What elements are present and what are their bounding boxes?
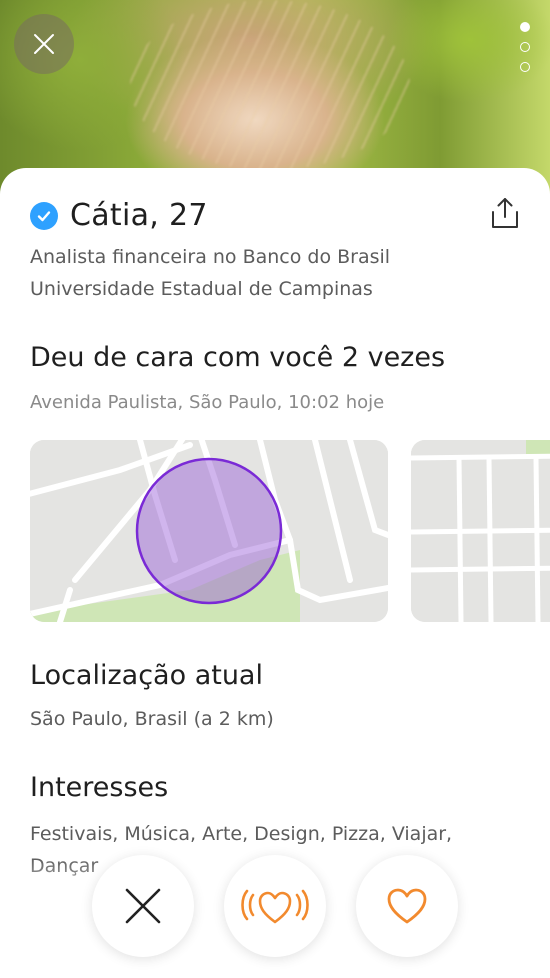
profile-name: Cátia, 27: [70, 198, 208, 233]
map-card-secondary[interactable]: [411, 440, 550, 622]
map-graphic: [30, 440, 388, 622]
verified-icon: [30, 201, 58, 230]
map-graphic-secondary: [411, 440, 550, 622]
location-title: Localização atual: [30, 660, 263, 691]
heart-icon: [387, 888, 427, 924]
photo-hair-texture: [130, 0, 410, 170]
photo-pager: [518, 22, 532, 72]
like-button[interactable]: [356, 855, 458, 957]
map-card[interactable]: [30, 440, 388, 622]
crossed-paths-detail: Avenida Paulista, São Paulo, 10:02 hoje: [30, 392, 385, 413]
x-icon: [125, 888, 161, 924]
crossed-paths-title: Deu de cara com você 2 vezes: [30, 342, 446, 373]
close-icon: [34, 34, 54, 54]
location-detail: São Paulo, Brasil (a 2 km): [30, 708, 274, 730]
close-button[interactable]: [14, 14, 74, 74]
pager-dot[interactable]: [520, 62, 530, 72]
interests-title: Interesses: [30, 772, 169, 803]
super-like-button[interactable]: [224, 855, 326, 957]
pager-dot[interactable]: [520, 22, 530, 32]
share-icon[interactable]: [490, 196, 520, 230]
wave-heart-icon: [241, 889, 309, 924]
job-text: Analista financeira no Banco do Brasil: [30, 246, 391, 268]
pager-dot[interactable]: [520, 42, 530, 52]
nope-button[interactable]: [92, 855, 194, 957]
name-row: Cátia, 27: [30, 198, 208, 233]
school-text: Universidade Estadual de Campinas: [30, 278, 373, 300]
